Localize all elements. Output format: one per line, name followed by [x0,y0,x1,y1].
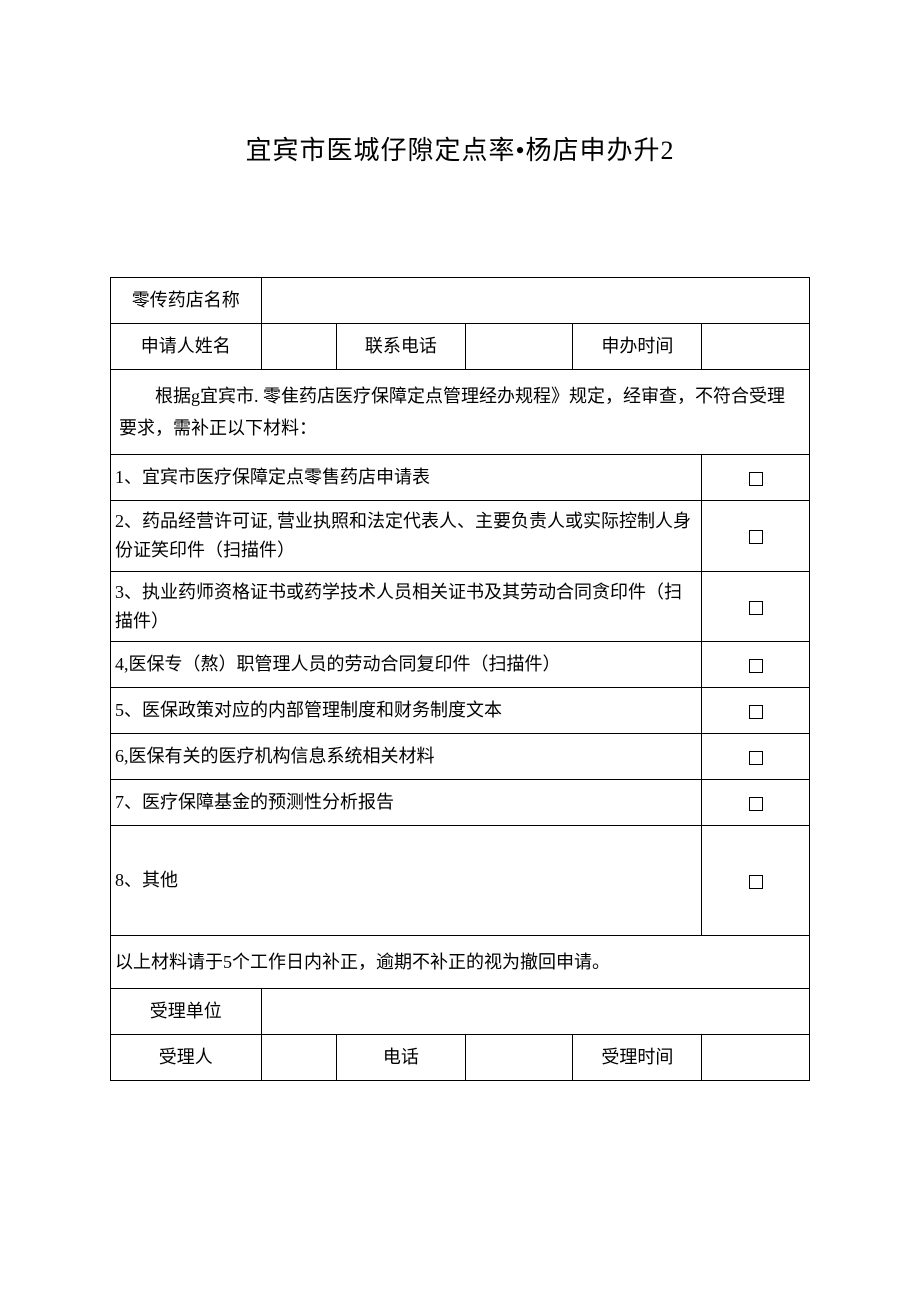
item-1-text: 1、宜宾市医疗保障定点零售药店申请表 [111,455,702,501]
checkbox-icon [749,875,763,889]
apply-time-label: 申办时间 [573,323,702,369]
pharmacy-name-value [261,278,809,324]
accept-person-value [261,1035,336,1081]
item-3-checkbox[interactable] [702,571,810,642]
accept-phone-value [465,1035,573,1081]
accept-time-label: 受理时间 [573,1035,702,1081]
contact-phone-label: 联系电话 [336,323,465,369]
accept-unit-value [261,989,809,1035]
accept-person-label: 受理人 [111,1035,262,1081]
accept-time-value [702,1035,810,1081]
checkbox-icon [749,530,763,544]
accept-phone-label: 电话 [336,1035,465,1081]
document-title: 宜宾市医城仔隙定点率•杨店申办升2 [110,130,810,167]
item-6-text: 6,医保有关的医疗机构信息系统相关材料 [111,733,702,779]
item-5-checkbox[interactable] [702,688,810,734]
item-8-checkbox[interactable] [702,825,810,935]
item-1-checkbox[interactable] [702,455,810,501]
checkbox-icon [749,705,763,719]
item-8-text: 8、其他 [111,825,702,935]
apply-time-value [702,323,810,369]
item-2-checkbox[interactable] [702,501,810,572]
contact-phone-value [465,323,573,369]
checkbox-icon [749,659,763,673]
item-6-checkbox[interactable] [702,733,810,779]
application-form-table: 零传药店名称 申请人姓名 联系电话 申办时间 根据g宜宾市. 零隹药店医疗保障定… [110,277,810,1081]
applicant-name-value [261,323,336,369]
checkbox-icon [749,797,763,811]
checkbox-icon [749,472,763,486]
checkbox-icon [749,751,763,765]
item-4-checkbox[interactable] [702,642,810,688]
item-7-checkbox[interactable] [702,779,810,825]
item-3-text: 3、执业药师资格证书或药学技术人员相关证书及其劳动合同贪印件（扫描件） [111,571,702,642]
footnote-text: 以上材料请于5个工作日内补正，逾期不补正的视为撤回申请。 [111,935,810,989]
item-4-text: 4,医保专（熬）职管理人员的劳动合同复印件（扫描件） [111,642,702,688]
item-5-text: 5、医保政策对应的内部管理制度和财务制度文本 [111,688,702,734]
applicant-name-label: 申请人姓名 [111,323,262,369]
intro-text: 根据g宜宾市. 零隹药店医疗保障定点管理经办规程》规定，经审查，不符合受理要求，… [119,380,801,445]
item-2-text: 2、药品经营许可证, 营业执照和法定代表人、主要负责人或实际控制人身份证笑印件（… [111,501,702,572]
accept-unit-label: 受理单位 [111,989,262,1035]
checkbox-icon [749,601,763,615]
pharmacy-name-label: 零传药店名称 [111,278,262,324]
item-7-text: 7、医疗保障基金的预测性分析报告 [111,779,702,825]
